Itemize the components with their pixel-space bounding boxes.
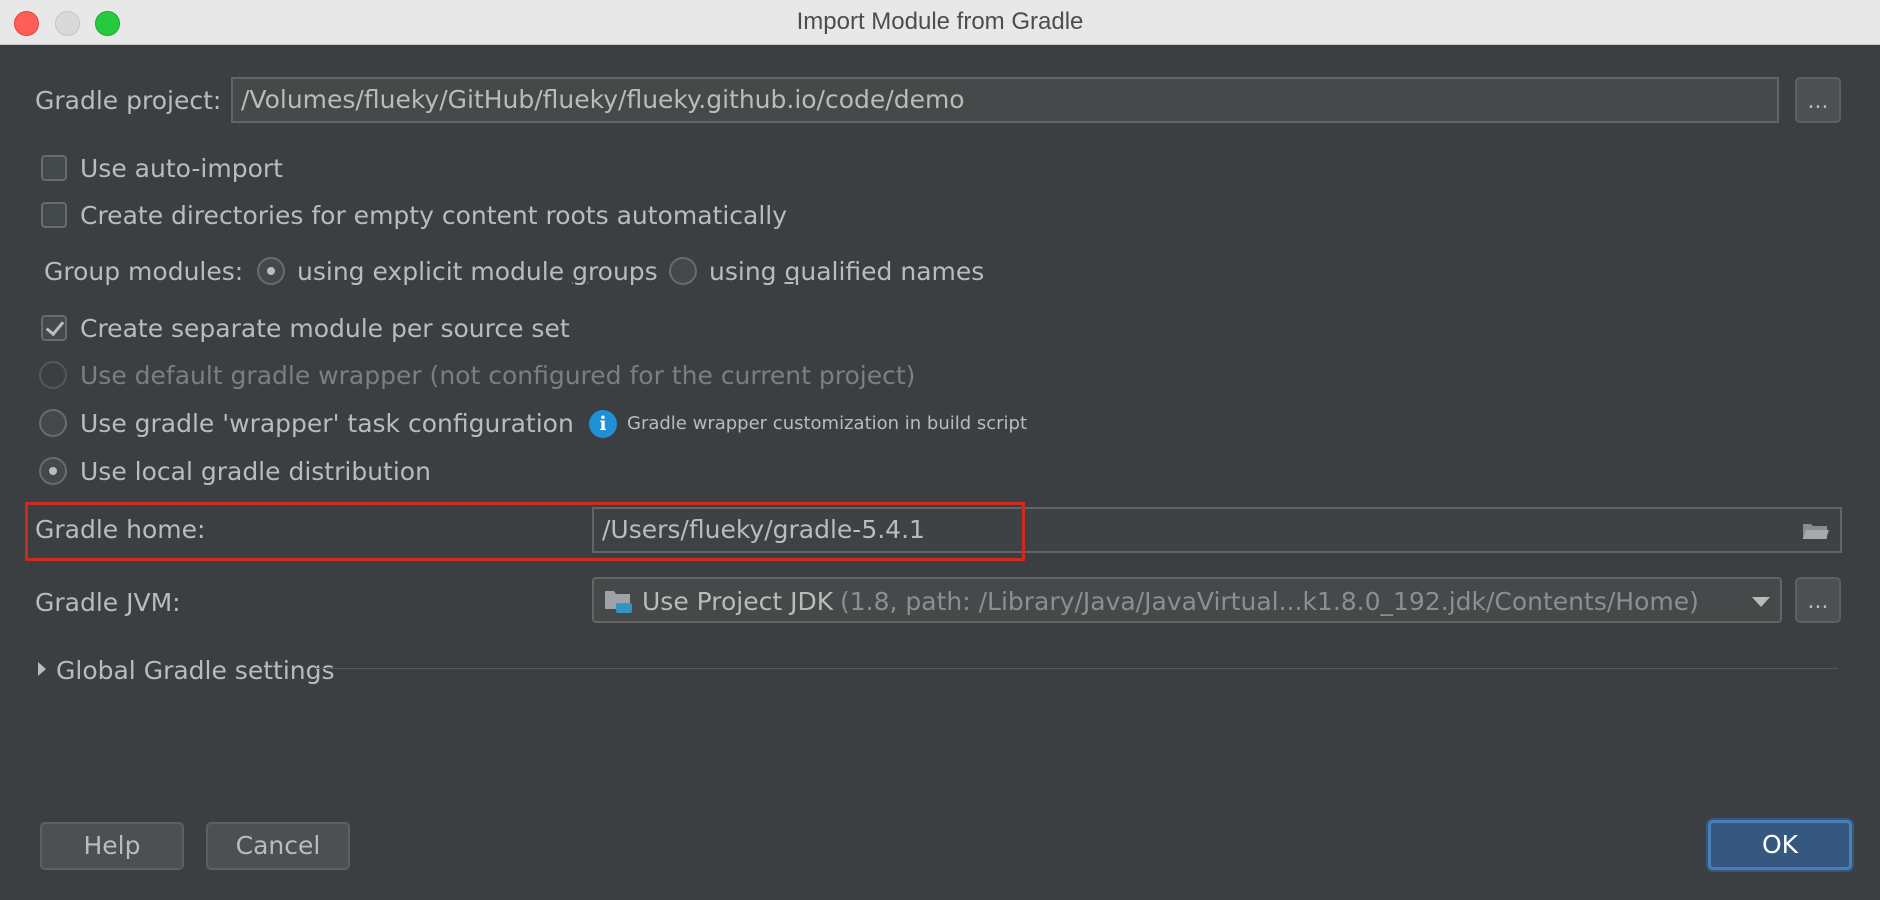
title-bar: Import Module from Gradle — [0, 0, 1880, 45]
group-qualified-label: using qualified names — [709, 257, 985, 286]
separate-module-label: Create separate module per source set — [80, 314, 570, 343]
auto-import-checkbox[interactable] — [41, 155, 67, 181]
default-wrapper-label: Use default gradle wrapper (not configur… — [80, 361, 916, 390]
gradle-project-label: Gradle project: — [35, 86, 222, 115]
expand-triangle-icon[interactable] — [38, 662, 46, 676]
default-wrapper-radio — [39, 361, 67, 389]
group-qualified-radio[interactable] — [669, 257, 697, 285]
gradle-jvm-browse-button[interactable]: ... — [1795, 577, 1841, 623]
window-title: Import Module from Gradle — [796, 8, 1084, 35]
gradle-jvm-label: Gradle JVM: — [35, 588, 181, 617]
ok-button[interactable]: OK — [1708, 820, 1852, 870]
group-modules-label: Group modules: — [44, 257, 244, 286]
create-directories-label: Create directories for empty content roo… — [80, 201, 788, 230]
local-distribution-label: Use local gradle distribution — [80, 457, 431, 486]
divider — [316, 668, 1838, 669]
auto-import-label: Use auto-import — [80, 154, 283, 183]
group-explicit-radio[interactable] — [257, 257, 285, 285]
folder-icon[interactable] — [1802, 521, 1830, 541]
wrapper-hint-text: Gradle wrapper customization in build sc… — [627, 413, 1028, 434]
separate-module-checkbox[interactable] — [41, 315, 67, 341]
jvm-value-main: Use Project JDK — [642, 587, 834, 616]
help-button[interactable]: Help — [40, 822, 184, 870]
create-directories-checkbox[interactable] — [41, 202, 67, 228]
info-icon: i — [589, 410, 617, 438]
highlight-box — [25, 502, 1025, 561]
gradle-project-field[interactable]: /Volumes/flueky/GitHub/flueky/flueky.git… — [231, 77, 1779, 123]
jdk-folder-icon — [605, 591, 632, 613]
jvm-value-detail: (1.8, path: /Library/Java/JavaVirtual...… — [840, 587, 1699, 616]
local-distribution-radio[interactable] — [39, 457, 67, 485]
gradle-project-browse-button[interactable]: ... — [1795, 77, 1841, 123]
group-explicit-label: using explicit module groups — [297, 257, 658, 286]
cancel-button[interactable]: Cancel — [206, 822, 350, 870]
global-settings-toggle[interactable]: Global Gradle settings — [56, 656, 335, 685]
chevron-down-icon — [1752, 597, 1770, 607]
wrapper-task-label: Use gradle 'wrapper' task configuration — [80, 409, 574, 438]
import-module-dialog: Import Module from Gradle Gradle project… — [0, 0, 1880, 900]
gradle-jvm-dropdown[interactable]: Use Project JDK (1.8, path: /Library/Jav… — [592, 577, 1782, 623]
wrapper-task-radio[interactable] — [39, 409, 67, 437]
